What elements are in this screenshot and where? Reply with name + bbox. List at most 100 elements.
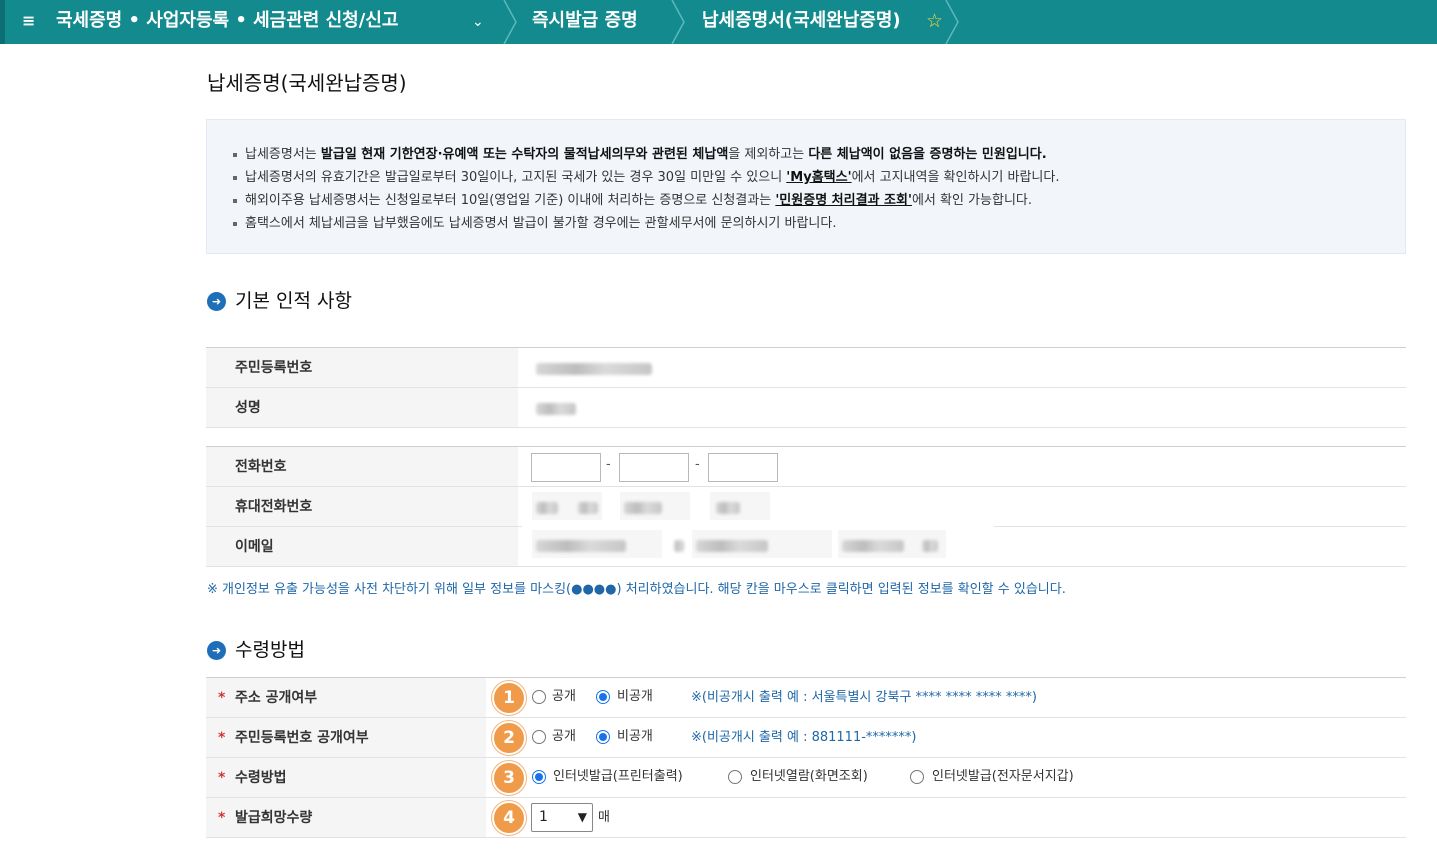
rrn-public-radio[interactable]: [532, 730, 546, 744]
row-header: 성명: [206, 388, 518, 427]
row-header: * 수령방법: [206, 758, 486, 797]
rrn-disclosure-label: 주민등록번호 공개여부: [235, 730, 369, 746]
address-public-label[interactable]: 공개: [552, 687, 576, 707]
notice-text: 납세증명서는: [245, 147, 321, 162]
breadcrumb-current: 납세증명서(국세완납증명): [702, 10, 901, 31]
chevron-down-icon: ▼: [577, 810, 587, 824]
arrow-circle-icon: [207, 292, 226, 311]
mobile-label: 휴대전화번호: [235, 499, 313, 515]
masked-email-value: [922, 540, 938, 552]
method-view-label[interactable]: 인터넷열람(화면조회): [750, 767, 868, 787]
step-badge-1: 1: [492, 681, 526, 715]
address-disclosure-label: 주소 공개여부: [235, 690, 318, 706]
phone-label: 전화번호: [235, 459, 287, 475]
table-row: * 수령방법 3 인터넷발급(프린터출력) 인터넷열람(화면조회) 인터넷발급(전…: [206, 758, 1406, 798]
step-badge-3: 3: [492, 761, 526, 795]
page-title: 납세증명(국세완납증명): [207, 71, 407, 95]
notice-text: 에서 고지내역을 확인하시기 바랍니다.: [851, 170, 1060, 185]
address-public-radio[interactable]: [532, 690, 546, 704]
masked-email-value: [696, 540, 768, 552]
step-badge-2: 2: [492, 721, 526, 755]
masking-hint-text: ※ 개인정보 유출 가능성을 사전 차단하기 위해 일부 정보를 마스킹(●●●…: [207, 582, 1066, 597]
masked-mobile-value: [578, 502, 598, 514]
address-example-text: ※(비공개시 출력 예 : 서울특별시 강북구 **** **** **** *…: [691, 690, 1038, 705]
quantity-unit: 매: [598, 810, 610, 825]
basic-info-table: 주민등록번호 성명: [206, 347, 1406, 428]
phone-field-2[interactable]: [619, 453, 689, 482]
method-print-radio[interactable]: [532, 770, 546, 784]
table-row: 성명: [206, 388, 1406, 428]
required-mark: *: [218, 810, 226, 826]
chevron-down-icon[interactable]: ⌄: [472, 12, 484, 32]
receive-method-table: * 주소 공개여부 1 공개 비공개 ※(비공개시 출력 예 : 서울특별시 강북…: [206, 677, 1406, 838]
notice-bold-text: 발급일 현재 기한연장·유예액 또는 수탁자의 물적납세의무와 관련된 체납액: [320, 147, 729, 162]
quantity-label: 발급희망수량: [235, 810, 313, 826]
method-print-label[interactable]: 인터넷발급(프린터출력): [553, 767, 683, 787]
row-header: 전화번호: [206, 447, 518, 486]
method-view-radio[interactable]: [728, 770, 742, 784]
masked-rrn-value: [536, 363, 652, 375]
masked-email-value: [536, 540, 626, 552]
section-title: 수령방법: [235, 639, 305, 661]
notice-box: 납세증명서는 발급일 현재 기한연장·유예액 또는 수탁자의 물적납세의무와 관…: [206, 119, 1406, 254]
masked-mobile-value: [716, 502, 740, 514]
row-header: 휴대전화번호: [206, 487, 518, 526]
top-nav-bar: ≡ 국세증명 • 사업자등록 • 세금관련 신청/신고 ⌄ 즉시발급 증명 납세…: [0, 0, 1437, 44]
rrn-public-label[interactable]: 공개: [552, 727, 576, 747]
notice-bold-text: 다른 체납액이 없음을 증명하는 민원입니다.: [808, 147, 1047, 162]
breadcrumb-separator-icon: [945, 0, 959, 44]
notice-text: 납세증명서의 유효기간은 발급일로부터 30일이나, 고지된 국세가 있는 경우…: [245, 170, 787, 185]
required-mark: *: [218, 690, 226, 706]
table-row: * 발급희망수량 4 1 ▼ 매: [206, 798, 1406, 838]
menu-icon[interactable]: ≡: [22, 11, 38, 31]
rrn-example-text: ※(비공개시 출력 예 : 881111-*******): [691, 730, 917, 745]
notice-item: 해외이주용 납세증명서는 신청일로부터 10일(영업일 기준) 이내에 처리하는…: [233, 189, 1059, 212]
required-mark: *: [218, 770, 226, 786]
breadcrumb-subcategory[interactable]: 즉시발급 증명: [532, 9, 638, 33]
row-header: * 주소 공개여부: [206, 678, 486, 717]
receive-method-label: 수령방법: [235, 770, 287, 786]
notice-text: 을 제외하고는: [728, 147, 809, 162]
rrn-private-label[interactable]: 비공개: [617, 727, 653, 747]
section-title: 기본 인적 사항: [235, 290, 352, 312]
masked-email-value: [674, 540, 684, 552]
table-row: * 주소 공개여부 1 공개 비공개 ※(비공개시 출력 예 : 서울특별시 강북…: [206, 678, 1406, 718]
phone-field-3[interactable]: [708, 453, 778, 482]
masked-mobile-value: [536, 502, 558, 514]
notice-item: 납세증명서는 발급일 현재 기한연장·유예액 또는 수탁자의 물적납세의무와 관…: [233, 143, 1059, 166]
quantity-select[interactable]: 1 ▼: [531, 803, 593, 832]
quantity-value: 1: [539, 809, 548, 825]
row-header: 주민등록번호: [206, 348, 518, 387]
table-row: 전화번호 - -: [206, 447, 1406, 487]
nav-left-strip: [0, 0, 5, 44]
row-header: * 발급희망수량: [206, 798, 486, 837]
phone-separator: -: [695, 457, 700, 472]
result-inquiry-link[interactable]: '민원증명 처리결과 조회': [775, 193, 912, 208]
method-wallet-label[interactable]: 인터넷발급(전자문서지갑): [932, 767, 1074, 787]
rrn-label: 주민등록번호: [235, 360, 313, 376]
row-header: * 주민등록번호 공개여부: [206, 718, 486, 757]
breadcrumb-separator-icon: [503, 0, 517, 44]
required-mark: *: [218, 730, 226, 746]
step-badge-4: 4: [492, 801, 526, 835]
phone-field-1[interactable]: [531, 453, 601, 482]
notice-list: 납세증명서는 발급일 현재 기한연장·유예액 또는 수탁자의 물적납세의무와 관…: [233, 143, 1059, 235]
my-hometax-link[interactable]: 'My홈택스': [786, 170, 851, 185]
address-private-label[interactable]: 비공개: [617, 687, 653, 707]
breadcrumb-category[interactable]: 국세증명 • 사업자등록 • 세금관련 신청/신고: [56, 9, 398, 33]
method-wallet-radio[interactable]: [910, 770, 924, 784]
notice-text: 에서 확인 가능합니다.: [911, 193, 1032, 208]
address-private-radio[interactable]: [596, 690, 610, 704]
masked-mobile-value: [624, 502, 662, 514]
masked-name-value: [536, 403, 576, 415]
phone-separator: -: [606, 457, 611, 472]
row-header: 이메일: [206, 527, 518, 566]
table-row: * 주민등록번호 공개여부 2 공개 비공개 ※(비공개시 출력 예 : 8811…: [206, 718, 1406, 758]
favorite-star-icon[interactable]: ☆: [926, 9, 943, 33]
name-label: 성명: [235, 400, 261, 416]
rrn-private-radio[interactable]: [596, 730, 610, 744]
notice-item: 홈택스에서 체납세금을 납부했음에도 납세증명서 발급이 불가할 경우에는 관할…: [233, 212, 1059, 235]
notice-item: 납세증명서의 유효기간은 발급일로부터 30일이나, 고지된 국세가 있는 경우…: [233, 166, 1059, 189]
email-label: 이메일: [235, 539, 274, 555]
notice-text: 해외이주용 납세증명서는 신청일로부터 10일(영업일 기준) 이내에 처리하는…: [245, 193, 776, 208]
